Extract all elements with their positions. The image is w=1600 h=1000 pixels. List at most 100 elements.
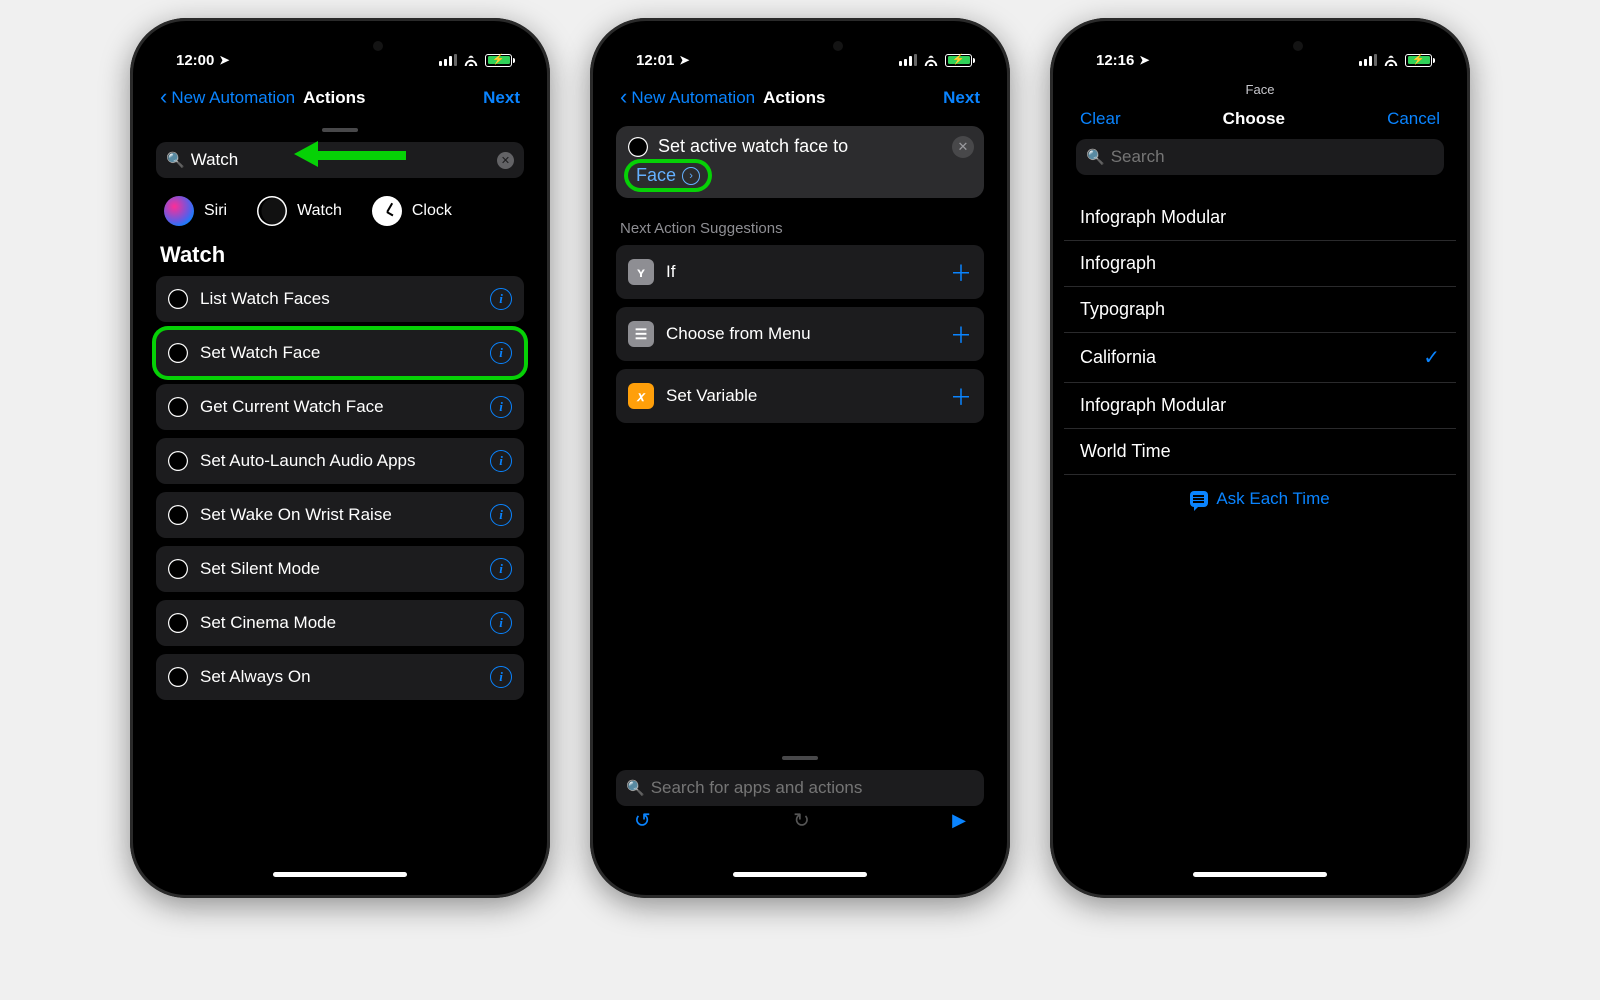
- face-list: Infograph ModularInfographTypographCalif…: [1064, 195, 1456, 475]
- chevron-right-icon: ›: [682, 167, 700, 185]
- face-option[interactable]: Infograph: [1064, 241, 1456, 287]
- info-icon[interactable]: i: [490, 342, 512, 364]
- action-row[interactable]: Set Watch Face i: [156, 330, 524, 376]
- watch-icon: [168, 289, 188, 309]
- ask-each-time-label: Ask Each Time: [1216, 489, 1329, 509]
- picker-title-mini: Face: [1064, 76, 1456, 97]
- undo-button[interactable]: ↺: [634, 808, 651, 833]
- face-option[interactable]: California ✓: [1064, 333, 1456, 383]
- add-suggestion-button[interactable]: ＋: [950, 318, 972, 350]
- app-filter-siri[interactable]: Siri: [164, 196, 227, 226]
- suggestion-row[interactable]: ʏ If ＋: [616, 245, 984, 299]
- search-input[interactable]: [651, 778, 974, 798]
- info-icon[interactable]: i: [490, 612, 512, 634]
- watch-icon: [168, 505, 188, 525]
- search-field[interactable]: 🔍: [1076, 139, 1444, 175]
- face-option[interactable]: Infograph Modular: [1064, 383, 1456, 429]
- location-icon: ➤: [679, 53, 689, 67]
- chevron-left-icon: ‹: [160, 84, 167, 110]
- location-icon: ➤: [219, 53, 229, 67]
- watch-icon: [257, 196, 287, 226]
- action-label: List Watch Faces: [200, 289, 478, 309]
- wifi-icon: [1383, 54, 1399, 66]
- sheet-grabber[interactable]: [322, 128, 358, 132]
- home-indicator[interactable]: [1193, 872, 1327, 877]
- suggestion-row[interactable]: 𝑥Set Variable＋: [616, 369, 984, 423]
- chevron-left-icon: ‹: [620, 84, 627, 110]
- location-icon: ➤: [1139, 53, 1149, 67]
- signal-icon: [899, 54, 917, 66]
- sheet-grabber[interactable]: [782, 756, 818, 760]
- info-icon[interactable]: i: [490, 558, 512, 580]
- face-option[interactable]: Infograph Modular: [1064, 195, 1456, 241]
- face-label: Infograph: [1080, 253, 1156, 274]
- action-card-set-watch-face[interactable]: ✕ Set active watch face to Face ›: [616, 126, 984, 198]
- next-button[interactable]: Next: [483, 88, 520, 108]
- search-input[interactable]: [1111, 147, 1434, 167]
- action-row[interactable]: Set Wake On Wrist Raisei: [156, 492, 524, 538]
- status-time: 12:00: [176, 52, 214, 69]
- action-row[interactable]: List Watch Faces i: [156, 276, 524, 322]
- watch-icon: [628, 137, 648, 157]
- suggestion-label: Set Variable: [666, 386, 938, 406]
- suggestions-header: Next Action Suggestions: [616, 198, 984, 245]
- clear-button[interactable]: Clear: [1080, 109, 1121, 129]
- app-filter-row: Siri Watch Clock: [156, 178, 524, 236]
- branch-icon: ʏ: [628, 259, 654, 285]
- chat-bubble-icon: [1190, 491, 1208, 507]
- info-icon[interactable]: i: [490, 450, 512, 472]
- notch: [1185, 32, 1335, 60]
- action-label: Set Watch Face: [200, 343, 478, 363]
- add-suggestion-button[interactable]: ＋: [950, 380, 972, 412]
- search-field[interactable]: 🔍: [616, 770, 984, 806]
- watch-icon: [168, 397, 188, 417]
- info-icon[interactable]: i: [490, 504, 512, 526]
- app-filter-watch[interactable]: Watch: [257, 196, 342, 226]
- ask-each-time-button[interactable]: Ask Each Time: [1190, 489, 1329, 509]
- add-suggestion-button[interactable]: ＋: [950, 256, 972, 288]
- face-option[interactable]: World Time: [1064, 429, 1456, 475]
- home-indicator[interactable]: [733, 872, 867, 877]
- nav-bar: ‹ New Automation Actions Next: [604, 76, 996, 120]
- phone-mockup-2: 12:01 ➤ ⚡ ‹ New Automation Actions Next …: [590, 18, 1010, 898]
- back-button[interactable]: ‹ New Automation: [160, 86, 295, 110]
- face-parameter-pill[interactable]: Face ›: [628, 163, 708, 188]
- search-field[interactable]: 🔍 ✕: [156, 142, 524, 178]
- face-label: California: [1080, 347, 1156, 368]
- suggestion-label: If: [666, 262, 938, 282]
- home-indicator[interactable]: [273, 872, 407, 877]
- suggestion-row[interactable]: ☰Choose from Menu＋: [616, 307, 984, 361]
- battery-icon: ⚡: [945, 54, 972, 67]
- info-icon[interactable]: i: [490, 396, 512, 418]
- remove-action-button[interactable]: ✕: [952, 136, 974, 158]
- status-time: 12:16: [1096, 52, 1134, 69]
- info-icon[interactable]: i: [490, 288, 512, 310]
- face-option[interactable]: Typograph: [1064, 287, 1456, 333]
- action-label: Get Current Watch Face: [200, 397, 478, 417]
- search-icon: 🔍: [626, 779, 645, 797]
- face-label: World Time: [1080, 441, 1171, 462]
- action-row[interactable]: Get Current Watch Face i: [156, 384, 524, 430]
- section-header: Watch: [156, 236, 524, 276]
- cancel-button[interactable]: Cancel: [1387, 109, 1440, 129]
- action-row[interactable]: Set Silent Modei: [156, 546, 524, 592]
- action-row[interactable]: Set Auto-Launch Audio Apps i: [156, 438, 524, 484]
- wifi-icon: [463, 54, 479, 66]
- run-button[interactable]: ▶: [952, 810, 966, 831]
- search-input[interactable]: [191, 150, 491, 170]
- app-filter-label: Watch: [297, 202, 342, 220]
- action-row[interactable]: Set Always Oni: [156, 654, 524, 700]
- next-button[interactable]: Next: [943, 88, 980, 108]
- action-text: Set active watch face to: [658, 136, 848, 157]
- action-label: Set Cinema Mode: [200, 613, 478, 633]
- action-label: Set Auto-Launch Audio Apps: [200, 451, 478, 471]
- editor-toolbar: ↺ ↻ ▶: [616, 804, 984, 836]
- action-row[interactable]: Set Cinema Mode i: [156, 600, 524, 646]
- back-label: New Automation: [171, 88, 295, 108]
- info-icon[interactable]: i: [490, 666, 512, 688]
- clear-search-button[interactable]: ✕: [497, 152, 514, 169]
- picker-title: Choose: [1223, 109, 1285, 129]
- app-filter-clock[interactable]: Clock: [372, 196, 452, 226]
- back-button[interactable]: ‹ New Automation: [620, 86, 755, 110]
- checkmark-icon: ✓: [1423, 345, 1440, 370]
